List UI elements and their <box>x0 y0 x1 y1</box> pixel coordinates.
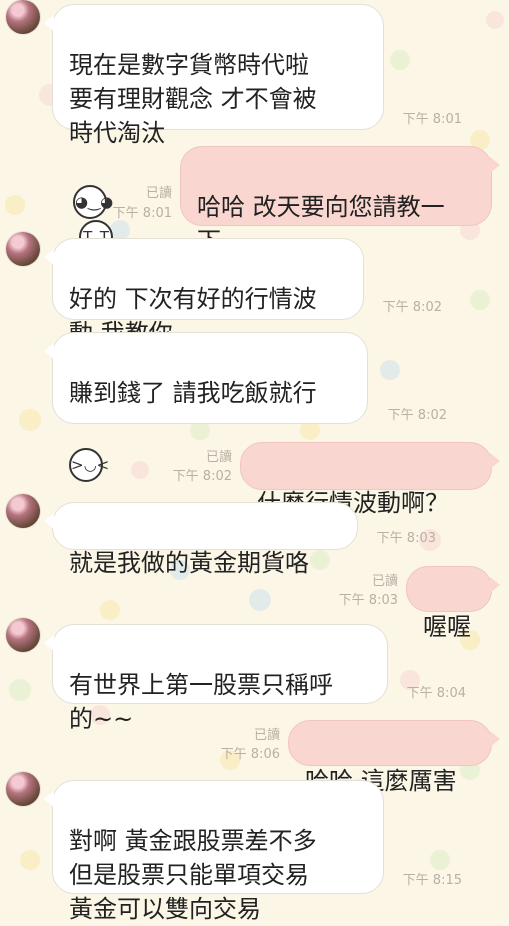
read-receipt: 已讀 <box>371 574 398 589</box>
message-time: 下午 8:01 <box>112 206 172 221</box>
contact-avatar[interactable] <box>6 772 40 806</box>
message-time: 下午 8:03 <box>376 531 436 546</box>
message-time: 下午 8:03 <box>338 593 398 608</box>
message-text: 賺到錢了 請我吃飯就行 <box>69 379 317 407</box>
contact-avatar[interactable] <box>6 0 40 34</box>
message-time: 下午 8:02 <box>387 408 447 423</box>
message-text: 就是我做的黃金期貨咯 <box>69 549 309 577</box>
message-bubble-incoming[interactable]: 就是我做的黃金期貨咯 <box>44 502 358 577</box>
contact-avatar[interactable] <box>6 232 40 266</box>
message-time: 下午 8:04 <box>406 686 466 701</box>
message-bubble-outgoing[interactable]: 哈哈 這麼厲害 <box>288 720 500 795</box>
message-time: 下午 8:02 <box>172 469 232 484</box>
message-time: 下午 8:02 <box>382 300 442 315</box>
message-bubble-incoming[interactable]: 對啊 黃金跟股票差不多 但是股票只能單項交易 黃金可以雙向交易 <box>44 780 384 923</box>
read-receipt: 已讀 <box>145 186 172 201</box>
contact-avatar[interactable] <box>6 618 40 652</box>
message-time: 下午 8:15 <box>402 873 462 888</box>
message-text: 有世界上第一股票只稱呼 的~~ <box>69 671 333 733</box>
message-bubble-incoming[interactable]: 有世界上第一股票只稱呼 的~~ <box>44 624 388 733</box>
message-text: 對啊 黃金跟股票差不多 但是股票只能單項交易 黃金可以雙向交易 <box>69 827 317 923</box>
message-time: 下午 8:06 <box>220 747 280 762</box>
read-receipt: 已讀 <box>253 728 280 743</box>
grinning-face-icon: >◡< <box>69 448 109 482</box>
message-bubble-incoming[interactable]: 現在是數字貨幣時代啦 要有理財觀念 才不會被 時代淘汰 ◕‿◕ T_T <box>44 4 384 254</box>
message-bubble-outgoing[interactable]: 哈哈 改天要向您請教一 下 😆 <box>180 146 500 289</box>
message-bubble-incoming[interactable]: 賺到錢了 請我吃飯就行 >◡< <box>44 332 368 482</box>
message-text: 喔喔 <box>423 613 471 641</box>
message-time: 下午 8:01 <box>402 112 462 127</box>
message-bubble-incoming[interactable]: 好的 下次有好的行情波 動 我教你 <box>44 238 364 347</box>
message-bubble-outgoing[interactable]: 喔喔 <box>406 566 500 641</box>
contact-avatar[interactable] <box>6 494 40 528</box>
read-receipt: 已讀 <box>205 450 232 465</box>
message-text: 現在是數字貨幣時代啦 要有理財觀念 才不會被 時代淘汰 <box>69 51 317 147</box>
chat-message-list[interactable]: 現在是數字貨幣時代啦 要有理財觀念 才不會被 時代淘汰 ◕‿◕ T_T 下午 8… <box>0 0 509 923</box>
message-bubble-outgoing[interactable]: 什麼行情波動啊？ <box>240 442 500 517</box>
